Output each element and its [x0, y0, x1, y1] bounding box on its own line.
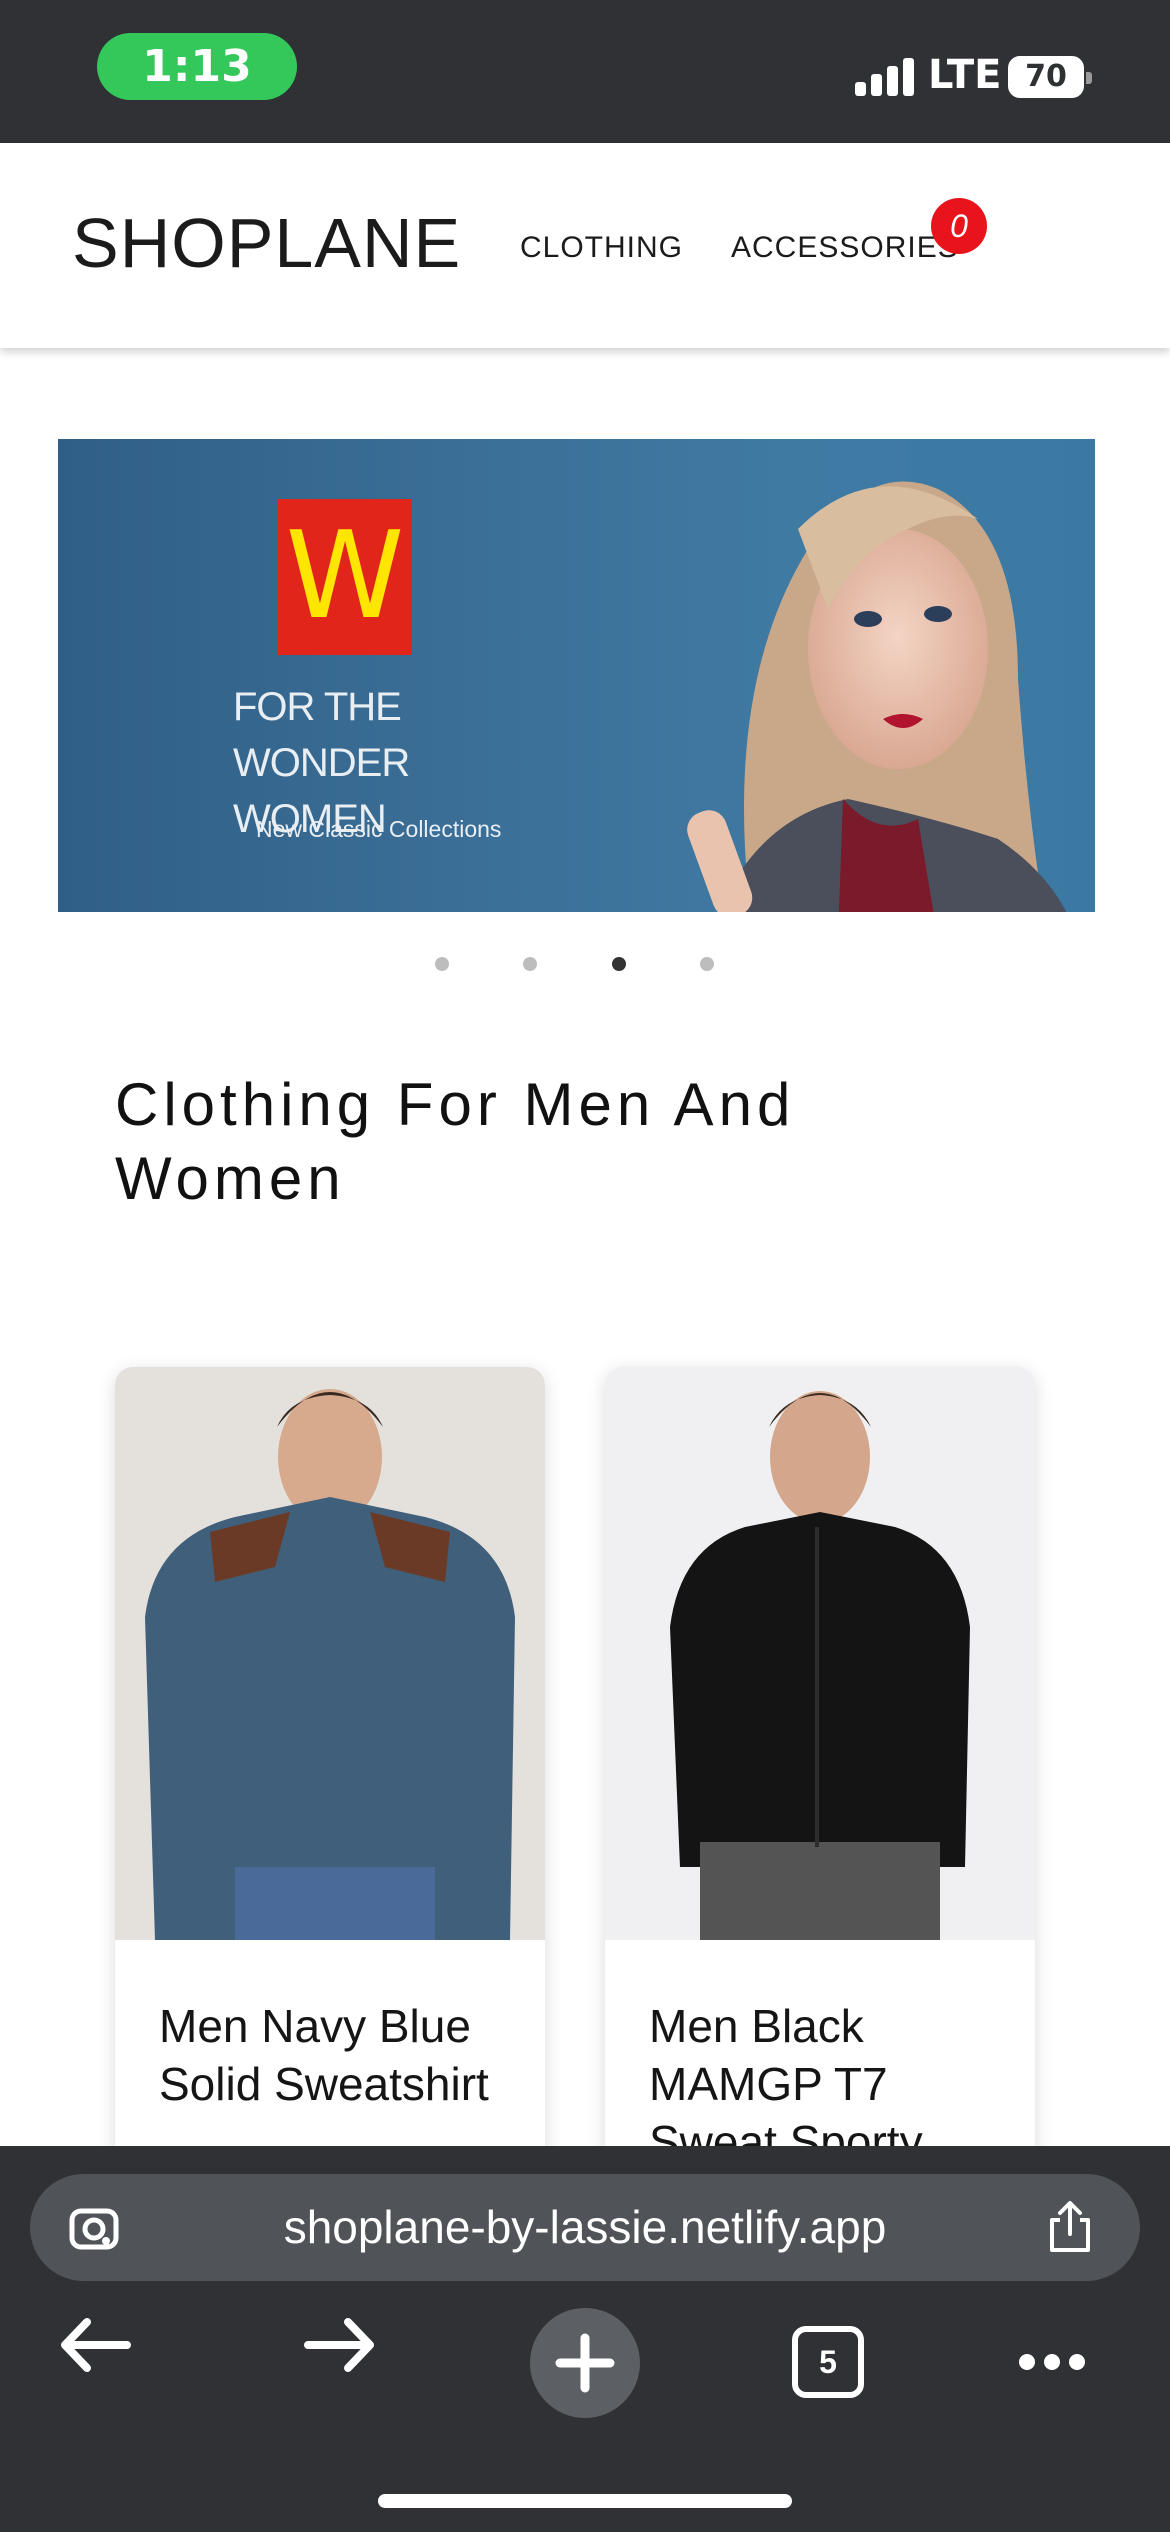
- more-options-icon[interactable]: [1015, 2344, 1090, 2380]
- status-time[interactable]: 1:13: [97, 33, 297, 100]
- product-title[interactable]: Men Black MAMGP T7 Sweat Sporty: [649, 1997, 1009, 2171]
- battery-level: 70: [1025, 59, 1067, 94]
- share-icon[interactable]: [1040, 2198, 1100, 2258]
- cellular-signal-icon: [855, 56, 915, 96]
- back-arrow-icon[interactable]: [55, 2310, 135, 2380]
- section-title: Clothing For Men And Women: [115, 1071, 796, 1212]
- product-image-sweatshirt: [115, 1367, 545, 1940]
- browser-toolbar: shoplane-by-lassie.netlify.app 5: [0, 2146, 1170, 2532]
- battery-icon: 70: [1008, 56, 1092, 98]
- carousel-dot-1[interactable]: [435, 957, 449, 971]
- w-brand-logo: W: [278, 499, 412, 655]
- site-header: SHOPLANE CLOTHING ACCESSORIES 0: [0, 143, 1170, 348]
- carousel-dot-2[interactable]: [523, 957, 537, 971]
- nav-link-accessories[interactable]: ACCESSORIES: [731, 228, 959, 268]
- forward-arrow-icon[interactable]: [300, 2310, 380, 2380]
- home-indicator[interactable]: [378, 2494, 792, 2508]
- hero-banner[interactable]: W FOR THE WONDER WOMEN New Classic Colle…: [58, 439, 1095, 912]
- carousel-dot-3[interactable]: [612, 957, 626, 971]
- carousel-dot-4[interactable]: [700, 957, 714, 971]
- tabs-button[interactable]: 5: [792, 2326, 864, 2398]
- tab-count: 5: [819, 2344, 837, 2380]
- nav-link-clothing[interactable]: CLOTHING: [520, 228, 683, 268]
- banner-model-image: [687, 481, 1067, 912]
- address-bar[interactable]: shoplane-by-lassie.netlify.app: [30, 2174, 1140, 2281]
- new-tab-button[interactable]: [530, 2308, 640, 2418]
- status-bar: 1:13 LTE 70: [0, 0, 1170, 143]
- banner-subline: New Classic Collections: [256, 816, 502, 842]
- url-text[interactable]: shoplane-by-lassie.netlify.app: [30, 2174, 1140, 2281]
- plus-icon: [555, 2333, 615, 2393]
- brand-logo[interactable]: SHOPLANE: [72, 193, 461, 293]
- product-title[interactable]: Men Navy Blue Solid Sweatshirt: [159, 1997, 519, 2113]
- cart-count-badge[interactable]: 0: [931, 198, 987, 254]
- network-type: LTE: [928, 52, 1002, 98]
- product-image-jacket: [605, 1367, 1035, 1940]
